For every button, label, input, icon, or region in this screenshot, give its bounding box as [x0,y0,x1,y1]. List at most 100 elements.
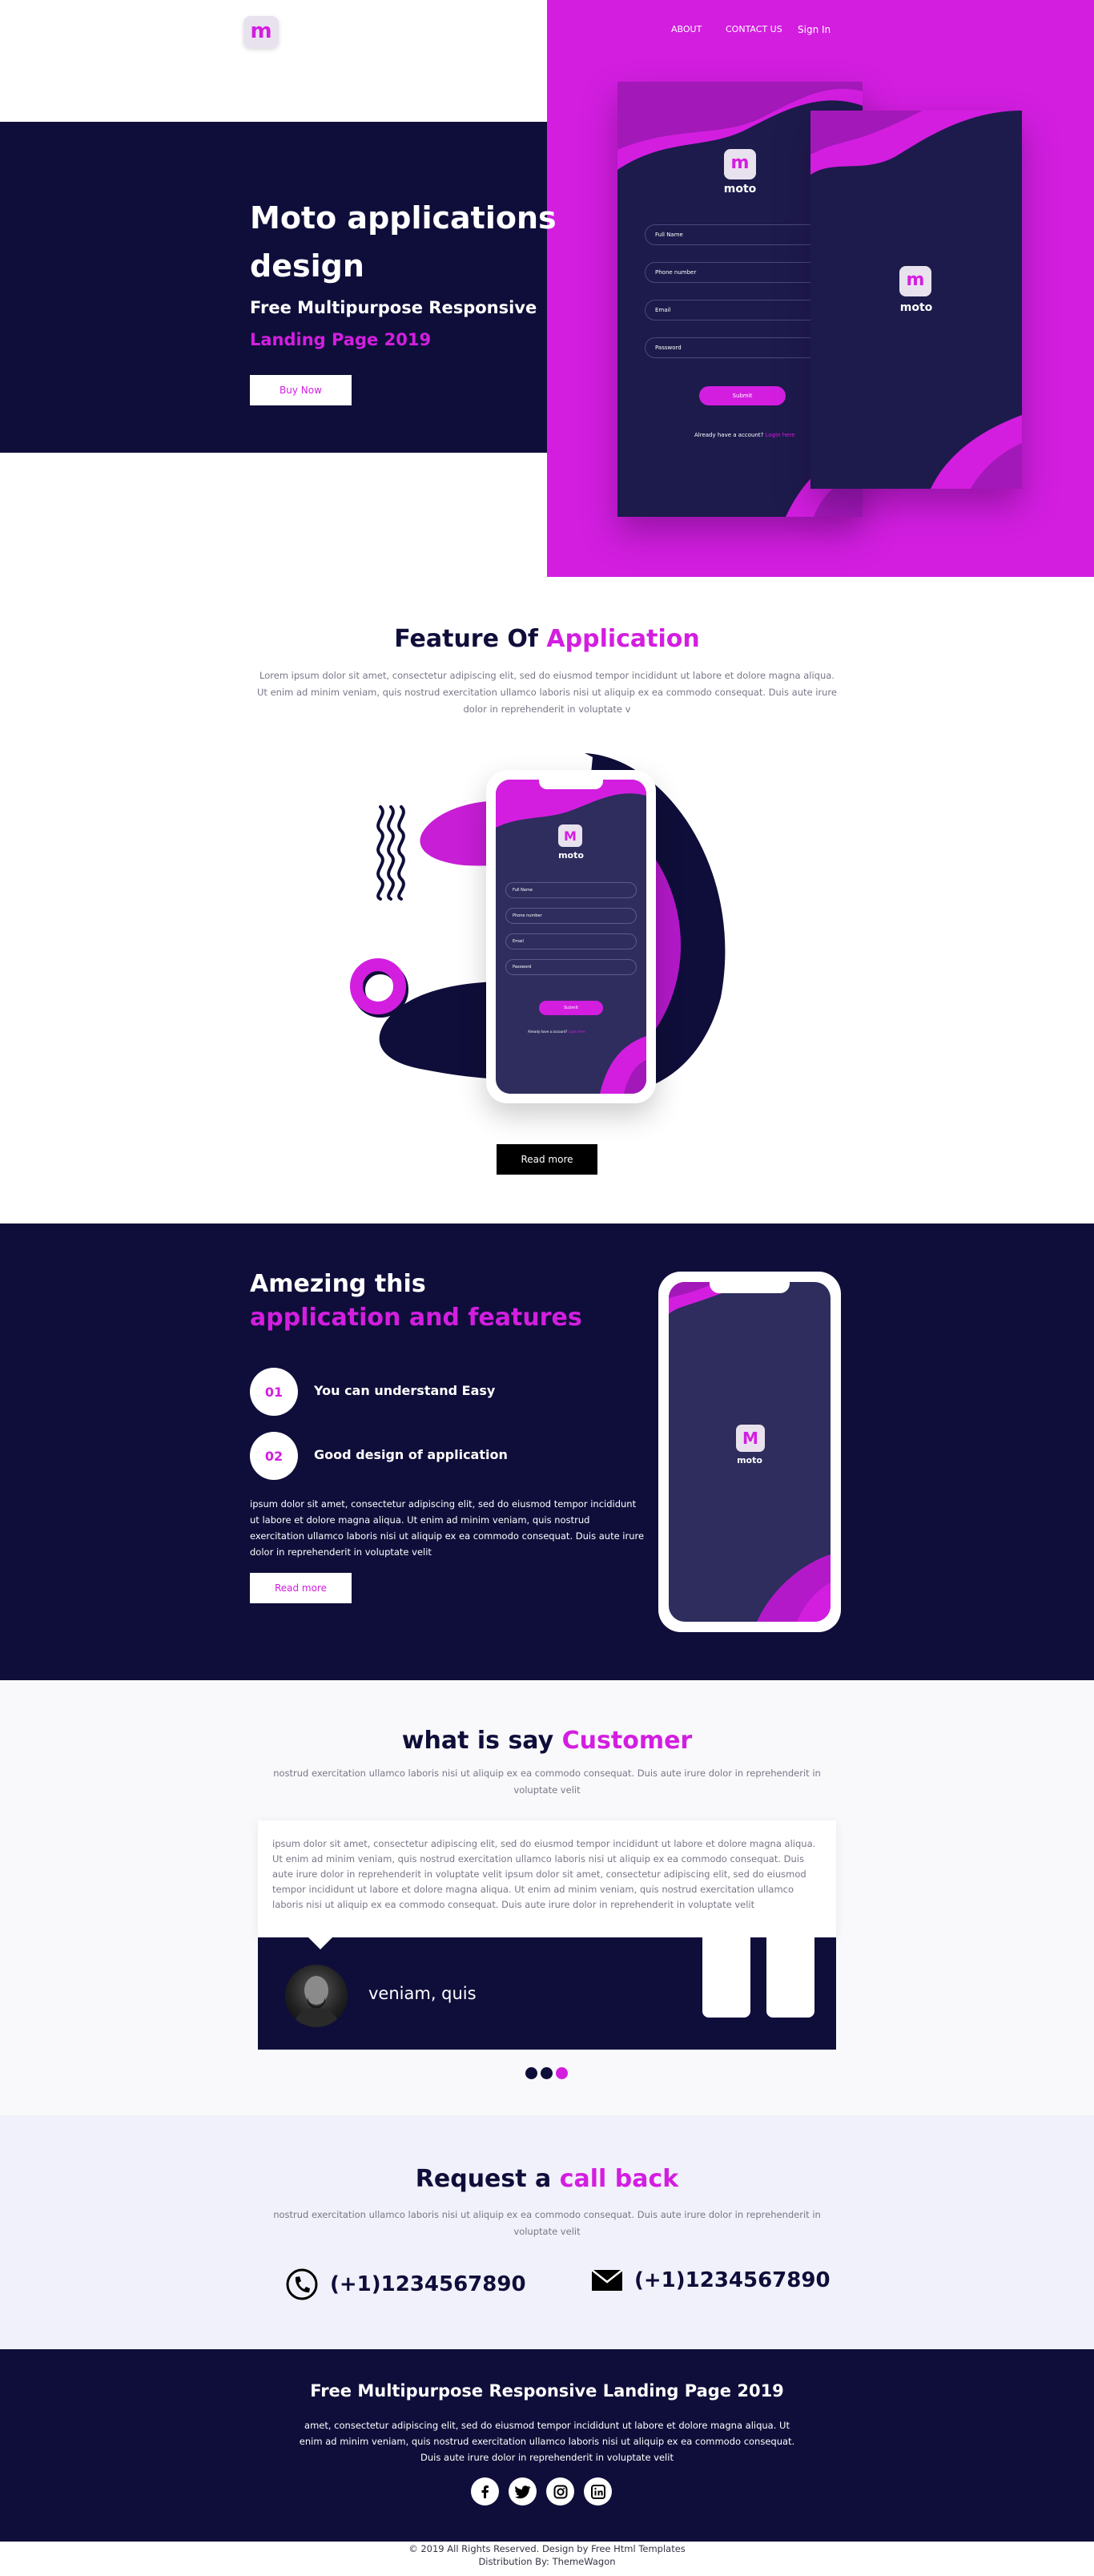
copyright: © 2019 All Rights Reserved. Design by Fr… [0,2542,1094,2568]
carousel-dots [525,2067,568,2079]
testimonial-card: ipsum dolor sit amet, consectetur adipis… [258,1820,836,1937]
feature-number-2: 02 [250,1432,298,1480]
feature-number-1: 01 [250,1368,298,1416]
login-link[interactable]: Login here [766,432,795,438]
linkedin-icon[interactable] [584,2477,612,2505]
carousel-dot-3[interactable] [556,2067,568,2079]
envelope-icon [591,2269,623,2291]
feature-label-1: You can understand Easy [314,1383,496,1398]
app-screen-splash: m moto [810,111,1022,489]
callback-text: nostrud exercitation ullamco laboris nis… [273,2209,821,2237]
phone-number: (+1)1234567890 [330,2272,526,2296]
amazing-phone: M moto [658,1272,841,1632]
amazing-title-line2: application and features [250,1304,582,1332]
callback-title: Request a call back [0,2165,1094,2193]
app-logo: m [724,149,756,179]
app-logo-letter: m [730,152,750,173]
social-links [471,2477,612,2505]
features-phone-submit: Submit [539,1001,603,1015]
copyright-text: © 2019 All Rights Reserved. Design by Fr… [408,2543,686,2554]
app-name: moto [723,183,757,196]
quote-mark-left-icon [702,1937,750,2018]
amazing-phone-waves [669,1282,831,1622]
features-phone-logo-letter: M [564,828,577,844]
nav-contact-link[interactable]: CONTACT US [726,24,782,34]
features-phone-screen: M moto Full Name Phone number Email Pass… [496,780,646,1094]
phone-icon [286,2268,318,2300]
testimonial-title-text: what is say [401,1727,554,1755]
hero-subtitle-line2: Landing Page 2019 [250,330,432,349]
splash-logo: m [899,266,931,296]
amazing-phone-notch [710,1282,790,1293]
carousel-dot-2[interactable] [541,2067,553,2079]
features-title: Feature Of Application [0,625,1094,653]
features-phone-field-password: Password [505,959,637,975]
features-text: Lorem ipsum dolor sit amet, consectetur … [257,670,837,715]
quote-mark-right-icon [766,1937,814,2018]
amazing-text: ipsum dolor sit amet, consectetur adipis… [250,1498,645,1558]
splash-logo-letter: m [906,269,925,290]
submit-button[interactable]: Submit [699,386,786,405]
phone-field[interactable]: Phone number [645,262,837,283]
amazing-phone-logo-letter: M [742,1429,758,1448]
callback-title-text: Request a [415,2165,552,2193]
hero-section: m ABOUT CONTACT US Sign In Moto applicat… [0,0,1094,577]
testimonial-quote: ipsum dolor sit amet, consectetur adipis… [272,1838,816,1910]
hero-title: Moto applications design [250,200,557,284]
facebook-icon[interactable] [471,2477,499,2505]
features-phone-field-name: Full Name [505,882,637,898]
callback-email[interactable]: (+1)1234567890 [591,2268,831,2293]
email-phone-number: (+1)1234567890 [634,2268,831,2292]
testimonial-pointer [308,1937,333,1949]
buy-now-button[interactable]: Buy Now [250,375,352,405]
features-phone: M moto Full Name Phone number Email Pass… [486,770,656,1103]
amazing-phone-logo: M [736,1425,765,1452]
footer-title: Free Multipurpose Responsive Landing Pag… [310,2381,784,2401]
footer-text: amet, consectetur adipiscing elit, sed d… [299,2420,795,2463]
features-phone-account-text: Already have a account? [528,1030,568,1034]
carousel-dot-1[interactable] [525,2067,537,2079]
logo-letter: m [250,18,272,43]
features-phone-logo: M [558,824,582,847]
features-phone-notch [539,780,603,789]
password-field[interactable]: Password [645,337,837,358]
landing-page: m ABOUT CONTACT US Sign In Moto applicat… [0,0,1094,2576]
instagram-icon[interactable] [546,2477,574,2505]
splash-wave-decoration [810,111,1022,489]
distribution-text: Distribution By: ThemeWagon [478,2556,616,2567]
full-name-field[interactable]: Full Name [645,224,837,245]
features-phone-login-link: Login here [568,1030,585,1034]
feature-label-2: Good design of application [314,1447,508,1462]
amazing-section: Amezing this application and features 01… [0,1223,1094,1680]
account-prompt: Already have a account? Login here [694,432,795,438]
features-title-accent: Application [546,625,700,653]
hero-subtitle-line1: Free Multipurpose Responsive [250,298,537,317]
testimonial-title-accent: Customer [561,1727,693,1755]
brand-logo[interactable]: m [243,16,279,48]
features-phone-app-name: moto [558,850,584,861]
features-phone-field-phone: Phone number [505,908,637,924]
amazing-phone-screen: M moto [669,1282,831,1622]
callback-section: Request a call back nostrud exercitation… [0,2115,1094,2349]
avatar-person [293,1976,340,2027]
footer: Free Multipurpose Responsive Landing Pag… [0,2349,1094,2542]
features-phone-account: Already have a account? Login here [528,1030,585,1034]
account-text: Already have a account? [694,432,764,438]
features-phone-field-email: Email [505,933,637,949]
amazing-phone-app-name: moto [737,1455,762,1465]
callback-phone[interactable]: (+1)1234567890 [285,2268,526,2301]
email-field[interactable]: Email [645,300,837,320]
testimonial-title: what is say Customer [0,1727,1094,1755]
avatar [285,1965,348,2027]
nav-about-link[interactable]: ABOUT [671,24,702,34]
features-title-text: Feature Of [394,625,538,653]
read-more-button[interactable]: Read more [497,1144,597,1175]
amazing-read-more-button[interactable]: Read more [250,1573,352,1603]
splash-app-name: moto [899,301,933,314]
amazing-title-line1: Amezing this [250,1270,426,1298]
testimonial-author-name: veniam, quis [368,1984,477,2003]
nav-signin-link[interactable]: Sign In [798,24,831,35]
callback-title-accent: call back [559,2165,679,2193]
twitter-icon[interactable] [509,2477,537,2505]
testimonial-subtitle: nostrud exercitation ullamco laboris nis… [273,1768,821,1796]
